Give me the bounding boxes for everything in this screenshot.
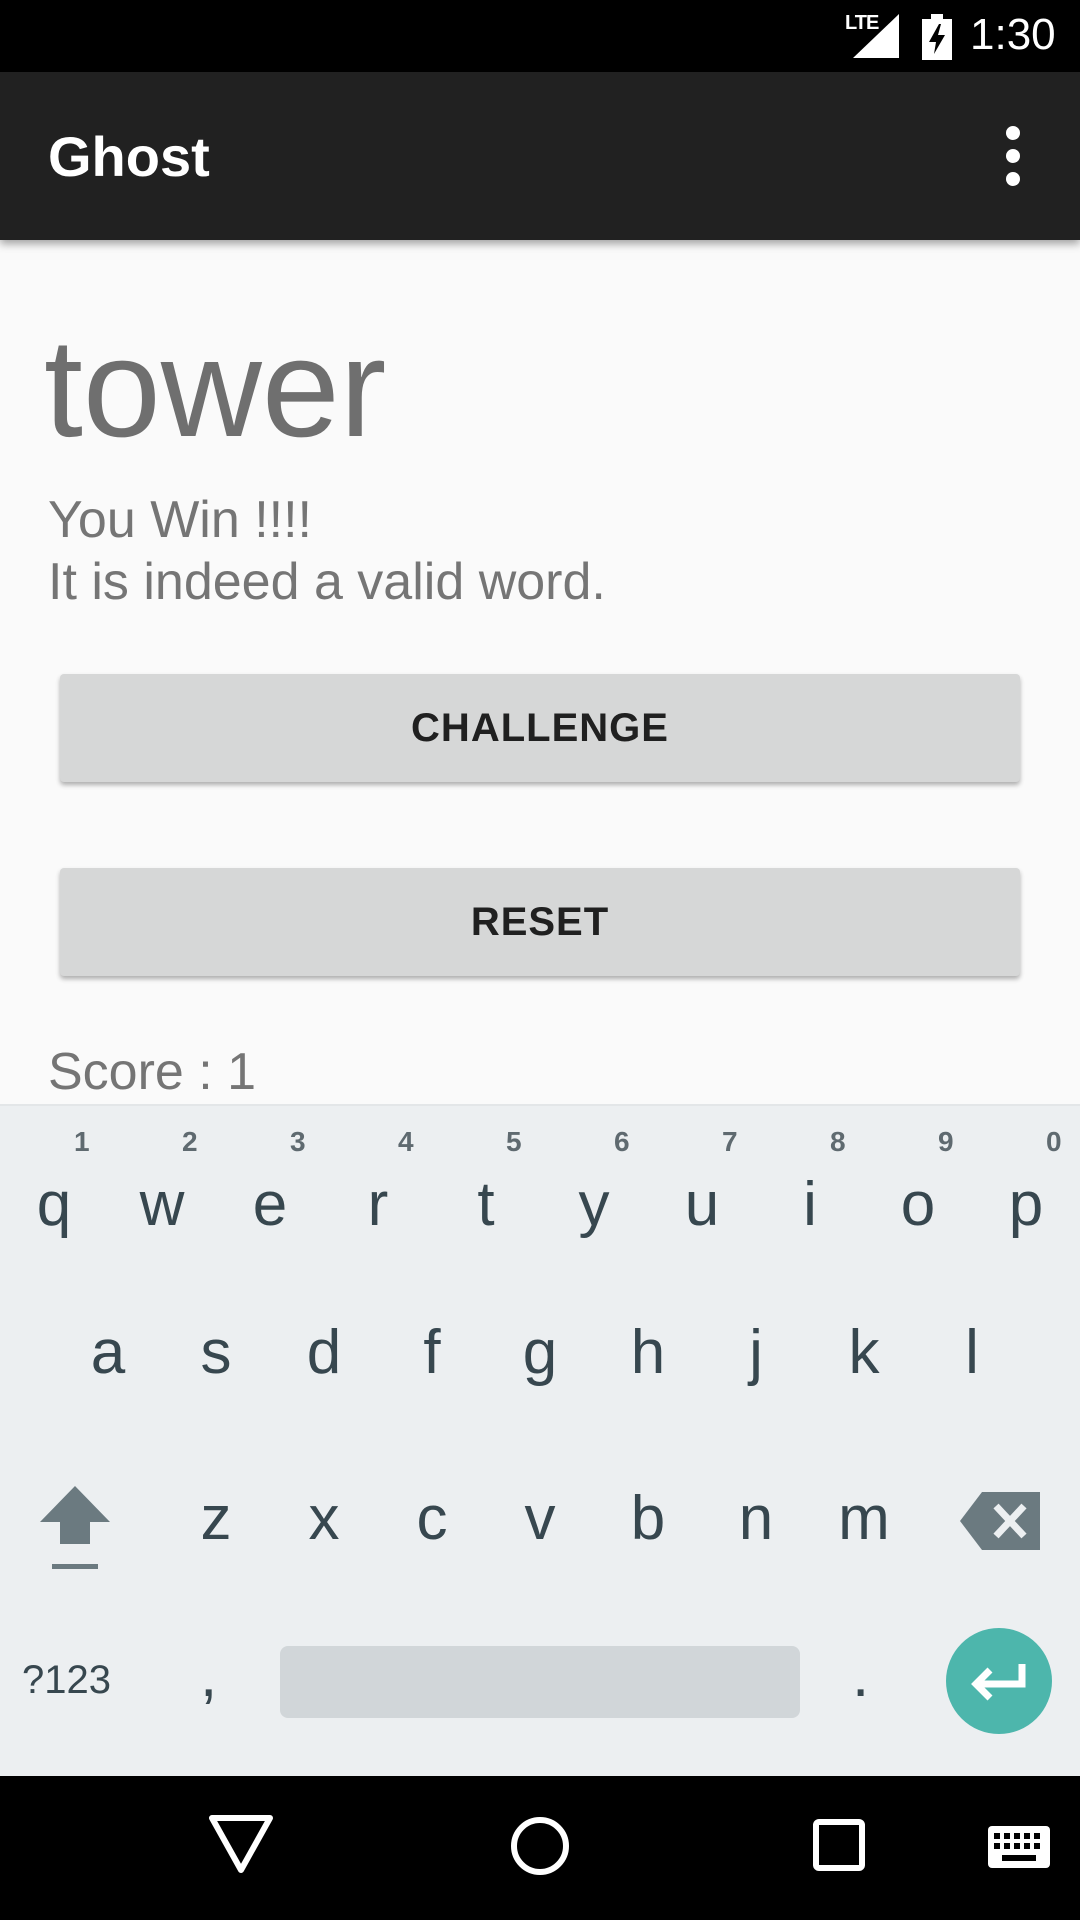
key-label: m bbox=[838, 1484, 890, 1553]
key-label: u bbox=[684, 1170, 720, 1239]
key-label: s bbox=[200, 1318, 232, 1387]
clock: 1:30 bbox=[970, 10, 1056, 59]
period-key[interactable]: . bbox=[852, 1640, 869, 1711]
key-label: c bbox=[416, 1484, 448, 1553]
key-r[interactable]: r4 bbox=[324, 1114, 432, 1274]
key-s[interactable]: s bbox=[162, 1280, 270, 1440]
key-label: d bbox=[306, 1318, 342, 1387]
key-label: t bbox=[477, 1170, 495, 1239]
more-vert-icon[interactable] bbox=[990, 120, 1038, 192]
space-key[interactable] bbox=[280, 1646, 800, 1718]
shift-icon[interactable] bbox=[30, 1480, 120, 1600]
key-a[interactable]: a bbox=[54, 1280, 162, 1440]
nav-home-icon[interactable] bbox=[508, 1814, 572, 1883]
current-word: tower bbox=[44, 309, 387, 466]
key-h[interactable]: h bbox=[594, 1280, 702, 1440]
key-hint-number: 2 bbox=[182, 1126, 198, 1157]
challenge-button[interactable]: CHALLENGE bbox=[60, 674, 1020, 782]
signal-icon bbox=[853, 14, 899, 58]
key-p[interactable]: p0 bbox=[972, 1114, 1080, 1274]
key-hint-number: 5 bbox=[506, 1126, 522, 1157]
nav-back-icon[interactable] bbox=[208, 1814, 274, 1879]
nav-recents-icon[interactable] bbox=[812, 1818, 868, 1879]
key-hint-number: 7 bbox=[722, 1126, 738, 1157]
key-label: k bbox=[848, 1318, 880, 1387]
key-n[interactable]: n bbox=[702, 1446, 810, 1606]
reset-button[interactable]: RESET bbox=[60, 868, 1020, 976]
battery-charging-icon bbox=[922, 14, 952, 60]
key-l[interactable]: l bbox=[918, 1280, 1026, 1440]
key-hint-number: 0 bbox=[1046, 1126, 1062, 1157]
key-label: v bbox=[524, 1484, 556, 1553]
key-label: o bbox=[900, 1170, 936, 1239]
key-hint-number: 4 bbox=[398, 1126, 414, 1157]
key-hint-number: 9 bbox=[938, 1126, 954, 1157]
app-title: Ghost bbox=[48, 125, 210, 188]
key-label: z bbox=[200, 1484, 232, 1553]
key-label: h bbox=[630, 1318, 666, 1387]
key-hint-number: 8 bbox=[830, 1126, 846, 1157]
key-e[interactable]: e3 bbox=[216, 1114, 324, 1274]
key-label: i bbox=[803, 1170, 817, 1239]
app-bar: Ghost bbox=[0, 72, 1080, 240]
backspace-icon[interactable] bbox=[960, 1486, 1040, 1556]
key-label: w bbox=[139, 1170, 185, 1239]
enter-icon[interactable] bbox=[946, 1628, 1052, 1734]
key-label: e bbox=[252, 1170, 288, 1239]
key-label: r bbox=[367, 1170, 389, 1239]
key-i[interactable]: i8 bbox=[756, 1114, 864, 1274]
key-b[interactable]: b bbox=[594, 1446, 702, 1606]
key-o[interactable]: o9 bbox=[864, 1114, 972, 1274]
key-d[interactable]: d bbox=[270, 1280, 378, 1440]
key-y[interactable]: y6 bbox=[540, 1114, 648, 1274]
key-f[interactable]: f bbox=[378, 1280, 486, 1440]
key-hint-number: 3 bbox=[290, 1126, 306, 1157]
key-label: f bbox=[423, 1318, 441, 1387]
key-label: y bbox=[578, 1170, 610, 1239]
key-label: b bbox=[630, 1484, 666, 1553]
key-t[interactable]: t5 bbox=[432, 1114, 540, 1274]
key-hint-number: 1 bbox=[74, 1126, 90, 1157]
key-k[interactable]: k bbox=[810, 1280, 918, 1440]
score-label: Score : 1 bbox=[48, 1043, 257, 1101]
key-m[interactable]: m bbox=[810, 1446, 918, 1606]
key-label: a bbox=[90, 1318, 126, 1387]
key-v[interactable]: v bbox=[486, 1446, 594, 1606]
key-g[interactable]: g bbox=[486, 1280, 594, 1440]
key-label: p bbox=[1008, 1170, 1044, 1239]
navigation-bar bbox=[0, 1776, 1080, 1920]
key-hint-number: 6 bbox=[614, 1126, 630, 1157]
result-detail: It is indeed a valid word. bbox=[48, 553, 606, 611]
key-label: x bbox=[308, 1484, 340, 1553]
key-label: g bbox=[522, 1318, 558, 1387]
key-j[interactable]: j bbox=[702, 1280, 810, 1440]
key-x[interactable]: x bbox=[270, 1446, 378, 1606]
key-label: q bbox=[36, 1170, 72, 1239]
comma-key[interactable]: , bbox=[200, 1640, 217, 1711]
key-w[interactable]: w2 bbox=[108, 1114, 216, 1274]
key-label: l bbox=[965, 1318, 979, 1387]
symbols-key[interactable]: ?123 bbox=[22, 1658, 111, 1703]
key-c[interactable]: c bbox=[378, 1446, 486, 1606]
status-bar: LTE 1:30 bbox=[0, 0, 1080, 72]
keyboard-icon[interactable] bbox=[988, 1826, 1050, 1873]
key-q[interactable]: q1 bbox=[0, 1114, 108, 1274]
key-label: n bbox=[738, 1484, 774, 1553]
key-u[interactable]: u7 bbox=[648, 1114, 756, 1274]
result-message: You Win !!!! bbox=[48, 491, 312, 549]
key-z[interactable]: z bbox=[162, 1446, 270, 1606]
key-label: j bbox=[749, 1318, 763, 1387]
